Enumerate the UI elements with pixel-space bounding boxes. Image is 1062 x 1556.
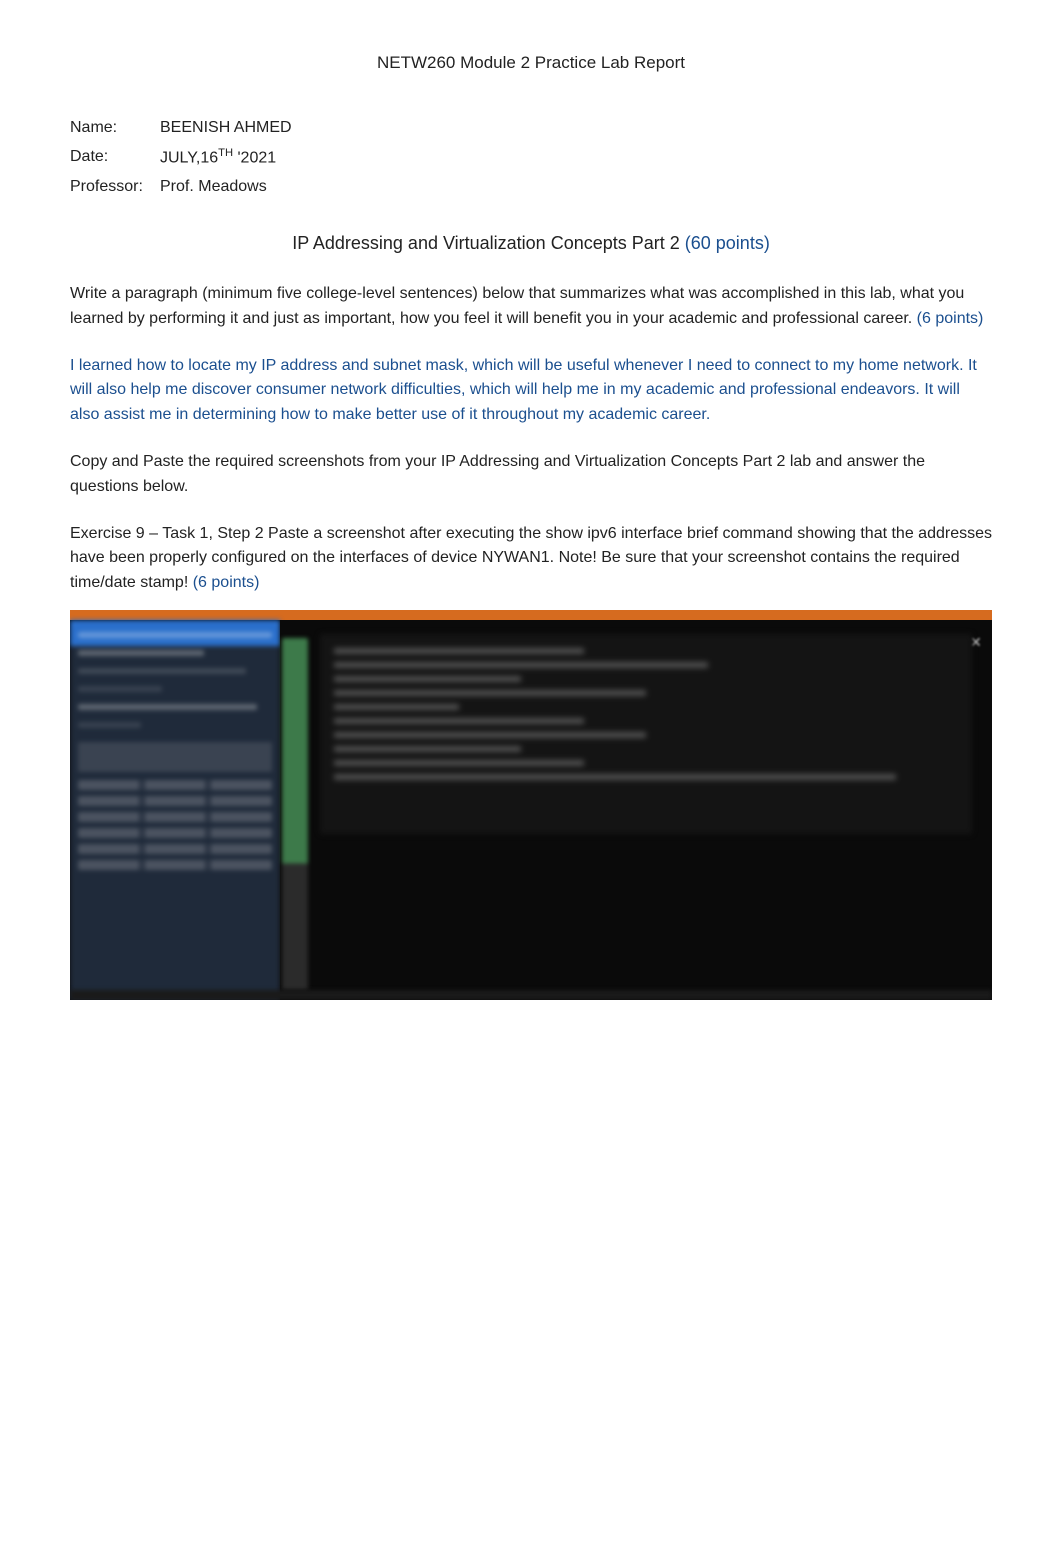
sidebar-blur-row — [78, 828, 272, 838]
sidebar-blur-block — [78, 742, 272, 772]
date-suffix: '2021 — [233, 149, 276, 166]
instruction-pre: Copy and Paste the required screenshots … — [70, 453, 441, 470]
sidebar-blur-line — [78, 632, 272, 638]
screenshot-terminal-panel — [320, 634, 972, 834]
screenshot-instruction: Copy and Paste the required screenshots … — [70, 450, 992, 500]
section-heading-points: (60 points) — [685, 233, 770, 253]
section-heading-text: IP Addressing and Virtualization Concept… — [292, 233, 685, 253]
exercise-points: (6 points) — [193, 574, 260, 591]
terminal-blur-line — [334, 774, 896, 780]
terminal-blur-line — [334, 648, 584, 654]
sidebar-blur-row — [78, 844, 272, 854]
screenshot-main-pane: ✕ — [280, 620, 992, 1000]
summary-prompt: Write a paragraph (minimum five college-… — [70, 282, 992, 332]
terminal-blur-line — [334, 718, 584, 724]
meta-row-name: Name: BEENISH AHMED — [70, 116, 992, 141]
screenshot-titlebar — [70, 610, 992, 620]
name-value: BEENISH AHMED — [160, 116, 292, 141]
sidebar-blur-row — [78, 780, 272, 790]
terminal-blur-line — [334, 662, 708, 668]
exercise-prompt: Exercise 9 – Task 1, Step 2 Paste a scre… — [70, 522, 992, 596]
screenshot-tab-column — [282, 638, 308, 990]
professor-value: Prof. Meadows — [160, 175, 267, 200]
terminal-blur-line — [334, 690, 646, 696]
sidebar-blur-line — [78, 650, 204, 656]
meta-row-date: Date: JULY,16TH '2021 — [70, 145, 992, 171]
terminal-blur-line — [334, 746, 521, 752]
date-prefix: JULY,16 — [160, 149, 218, 166]
student-meta-block: Name: BEENISH AHMED Date: JULY,16TH '202… — [70, 116, 992, 200]
sidebar-blur-line — [78, 722, 141, 728]
summary-prompt-text: Write a paragraph (minimum five college-… — [70, 285, 964, 327]
sidebar-blur-row — [78, 860, 272, 870]
meta-row-professor: Professor: Prof. Meadows — [70, 175, 992, 200]
summary-prompt-points: (6 points) — [917, 310, 984, 327]
screenshot-taskbar — [70, 990, 992, 1000]
sidebar-blur-row — [78, 812, 272, 822]
instruction-lab-name: IP Addressing and Virtualization Concept… — [441, 453, 786, 470]
page-title: NETW260 Module 2 Practice Lab Report — [70, 50, 992, 76]
professor-label: Professor: — [70, 175, 160, 200]
terminal-blur-line — [334, 760, 584, 766]
terminal-blur-line — [334, 732, 646, 738]
sidebar-blur-line — [78, 704, 257, 710]
embedded-screenshot: ✕ — [70, 610, 992, 1000]
screenshot-sidebar — [70, 620, 280, 1000]
terminal-blur-line — [334, 704, 459, 710]
date-value: JULY,16TH '2021 — [160, 145, 276, 171]
sidebar-blur-line — [78, 668, 246, 674]
close-icon: ✕ — [970, 632, 984, 646]
section-heading: IP Addressing and Virtualization Concept… — [70, 230, 992, 258]
name-label: Name: — [70, 116, 160, 141]
date-superscript: TH — [218, 147, 233, 159]
sidebar-blur-row — [78, 796, 272, 806]
date-label: Date: — [70, 145, 160, 171]
terminal-blur-line — [334, 676, 521, 682]
sidebar-blur-line — [78, 686, 162, 692]
student-answer: I learned how to locate my IP address an… — [70, 354, 992, 428]
